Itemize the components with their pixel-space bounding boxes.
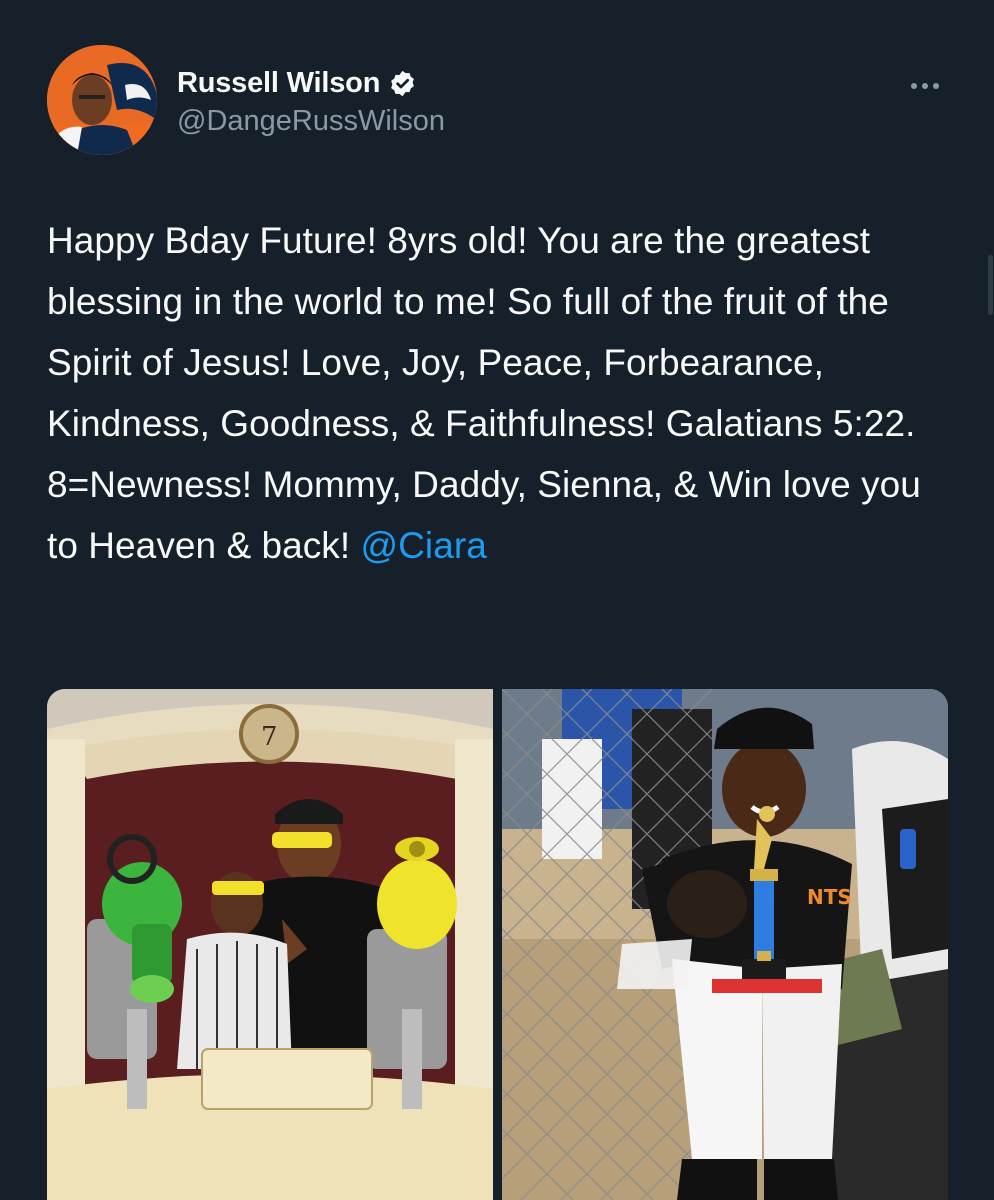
more-horizontal-icon[interactable] xyxy=(903,71,947,101)
avatar-image xyxy=(47,45,157,155)
tweet-text: Happy Bday Future! 8yrs old! You are the… xyxy=(47,210,957,576)
verified-badge-icon xyxy=(391,70,415,96)
author-names: Russell Wilson @DangeRussWilson xyxy=(177,65,445,138)
scrollbar-thumb[interactable] xyxy=(988,255,993,315)
baseball-trophy-photo: NTS xyxy=(502,689,948,1200)
media-grid: 7 NTS xyxy=(47,689,948,1200)
amusement-ride-photo: 7 xyxy=(47,689,493,1200)
scrollbar[interactable] xyxy=(986,0,994,1200)
tweet-body: Happy Bday Future! 8yrs old! You are the… xyxy=(47,220,932,566)
avatar[interactable] xyxy=(47,45,157,155)
display-name[interactable]: Russell Wilson xyxy=(177,67,380,100)
tweet-header: Russell Wilson @DangeRussWilson xyxy=(47,45,957,157)
mention-link[interactable]: @Ciara xyxy=(361,525,487,566)
media-photo-2[interactable]: NTS xyxy=(502,689,948,1200)
svg-text:7: 7 xyxy=(261,722,278,752)
tweet-card: Russell Wilson @DangeRussWilson Happy Bd… xyxy=(0,0,994,1200)
media-photo-1[interactable]: 7 xyxy=(47,689,493,1200)
svg-text:NTS: NTS xyxy=(807,885,852,909)
author-handle[interactable]: @DangeRussWilson xyxy=(177,105,445,138)
